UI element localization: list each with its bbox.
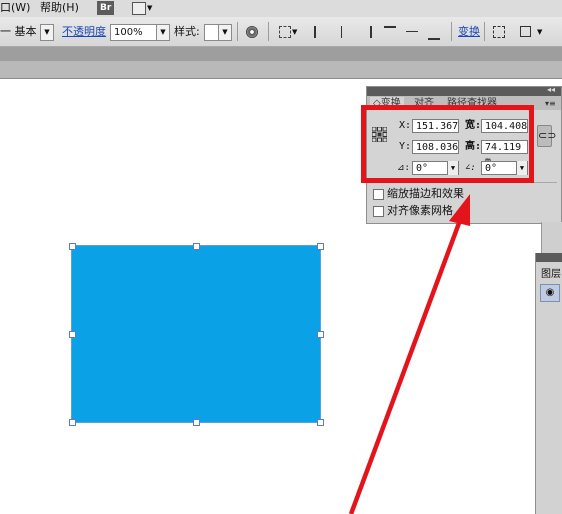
layers-panel: 图层 ◉ (535, 253, 562, 514)
layers-tab[interactable]: 图层 (541, 265, 561, 280)
eye-icon[interactable]: ◉ (540, 284, 560, 302)
red-arrow (348, 194, 470, 514)
panel-title-bar[interactable] (536, 253, 562, 262)
